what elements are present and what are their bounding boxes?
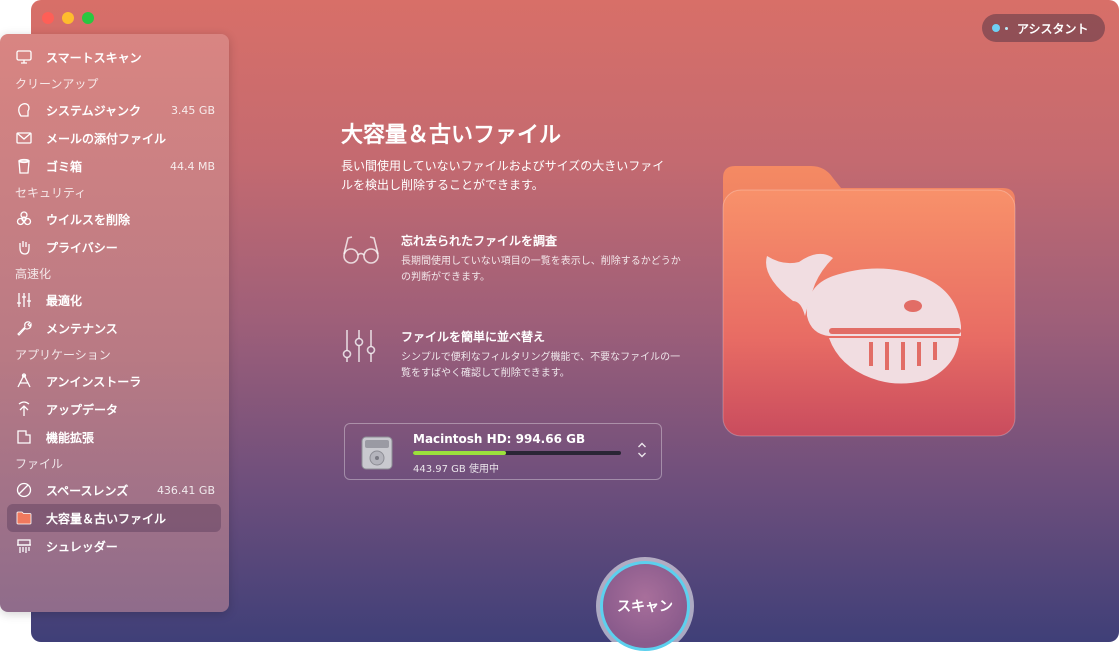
sidebar-item-label: メンテナンス <box>46 321 118 336</box>
maximize-window-button[interactable] <box>82 12 94 24</box>
mail-icon <box>15 129 33 147</box>
shredder-icon <box>15 537 33 555</box>
filter-sliders-icon <box>342 330 376 362</box>
sidebar-item-malware-removal[interactable]: ウイルスを削除 <box>0 205 221 233</box>
sidebar-item-maintenance[interactable]: メンテナンス <box>0 314 221 342</box>
updater-icon <box>15 400 33 418</box>
sidebar-item-label: 機能拡張 <box>46 430 95 445</box>
sidebar-item-system-junk[interactable]: システムジャンク 3.45 GB <box>0 96 221 124</box>
feature-investigate: 忘れ去られたファイルを調査 長期間使用していない項目の一覧を表示し、削除するかど… <box>341 232 701 292</box>
sidebar-item-space-lens[interactable]: スペースレンズ 436.41 GB <box>0 476 221 504</box>
feature-sort: ファイルを簡単に並べ替え シンプルで便利なフィルタリング機能で、不要なファイルの… <box>341 328 701 388</box>
chevron-updown-icon[interactable] <box>637 441 647 459</box>
close-window-button[interactable] <box>42 12 54 24</box>
assistant-label: アシスタント <box>1017 21 1089 36</box>
feature-description: 長期間使用していない項目の一覧を表示し、削除するかどうかの判断ができます。 <box>401 256 681 283</box>
sidebar-item-label: ゴミ箱 <box>46 159 83 174</box>
sidebar-item-size: 44.4 MB <box>169 159 215 173</box>
sidebar-item-mail-attachments[interactable]: メールの添付ファイル <box>0 124 221 152</box>
sidebar-item-label: アップデータ <box>46 402 119 417</box>
sidebar-item-shredder[interactable]: シュレッダー <box>0 532 221 560</box>
sidebar-item-extensions[interactable]: 機能拡張 <box>0 423 221 451</box>
scan-button[interactable]: スキャン <box>600 561 690 651</box>
hand-icon <box>15 238 33 256</box>
page-title: 大容量＆古いファイル <box>341 123 562 148</box>
sidebar-section-header: クリーンアップ <box>15 77 99 91</box>
page-description: 長い間使用していないファイルおよびサイズの大きいファイルを検出し削除することがで… <box>341 159 665 192</box>
folder-icon <box>15 509 33 527</box>
disk-name: Macintosh HD: 994.66 GB <box>413 432 586 446</box>
assistant-dot-small-icon <box>1005 26 1008 30</box>
feature-title: ファイルを簡単に並べ替え <box>401 330 546 344</box>
sidebar-section-header: ファイル <box>15 457 64 471</box>
sidebar-item-label: スペースレンズ <box>46 483 129 498</box>
assistant-button[interactable]: アシスタント <box>982 14 1105 42</box>
sidebar-item-label: ウイルスを削除 <box>46 212 131 227</box>
space-lens-icon <box>15 481 33 499</box>
sidebar-item-label: アンインストーラ <box>46 374 142 389</box>
large-old-files-folder-icon <box>722 166 1016 437</box>
trash-icon <box>15 157 33 175</box>
disk-usage-bar <box>413 451 621 455</box>
disk-usage-fill <box>413 451 506 455</box>
sidebar-item-privacy[interactable]: プライバシー <box>0 233 221 261</box>
sidebar-item-label: シュレッダー <box>46 539 118 554</box>
sidebar-section-header: 高速化 <box>15 267 52 281</box>
sidebar-item-trash[interactable]: ゴミ箱 44.4 MB <box>0 152 221 180</box>
sidebar-item-smart-scan[interactable]: スマートスキャン <box>0 43 221 71</box>
glasses-icon <box>343 236 379 264</box>
sidebar-item-large-old-files[interactable]: 大容量＆古いファイル <box>7 504 221 532</box>
minimize-window-button[interactable] <box>62 12 74 24</box>
disk-selector[interactable]: Macintosh HD: 994.66 GB 443.97 GB 使用中 <box>344 423 662 480</box>
biohazard-icon <box>15 210 33 228</box>
sidebar: スマートスキャン クリーンアップ システムジャンク 3.45 GB メールの添付… <box>0 34 229 612</box>
scan-button-ring: スキャン <box>596 557 694 655</box>
sidebar-item-optimization[interactable]: 最適化 <box>0 286 221 314</box>
monitor-icon <box>15 48 33 66</box>
feature-title: 忘れ去られたファイルを調査 <box>401 234 558 248</box>
sliders-icon <box>15 291 33 309</box>
feature-description: シンプルで便利なフィルタリング機能で、不要なファイルの一覧をすばやく確認して削除… <box>401 352 681 379</box>
assistant-dot-icon <box>992 24 1000 32</box>
sidebar-item-label: メールの添付ファイル <box>46 131 167 146</box>
sidebar-item-label: プライバシー <box>46 240 118 255</box>
system-junk-icon <box>15 101 33 119</box>
sidebar-item-label: システムジャンク <box>46 103 142 118</box>
sidebar-item-size: 3.45 GB <box>170 103 215 117</box>
hard-drive-icon <box>361 436 393 470</box>
wrench-icon <box>15 319 33 337</box>
sidebar-item-label: 大容量＆古いファイル <box>46 511 167 526</box>
extensions-icon <box>15 428 33 446</box>
sidebar-section-header: セキュリティ <box>15 186 87 200</box>
sidebar-item-label: スマートスキャン <box>46 50 142 65</box>
sidebar-item-size: 436.41 GB <box>156 483 215 497</box>
sidebar-item-updater[interactable]: アップデータ <box>0 395 221 423</box>
sidebar-section-header: アプリケーション <box>15 348 111 362</box>
disk-used-text: 443.97 GB 使用中 <box>413 464 499 475</box>
uninstaller-icon <box>15 372 33 390</box>
sidebar-item-uninstaller[interactable]: アンインストーラ <box>0 367 221 395</box>
sidebar-item-label: 最適化 <box>46 293 83 308</box>
